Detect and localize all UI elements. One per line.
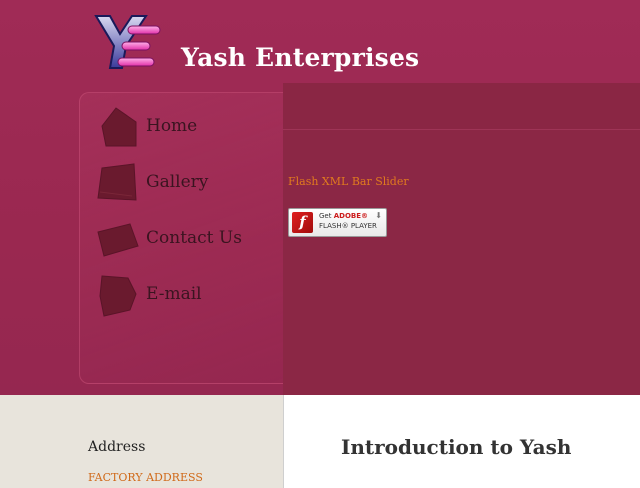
flash-content-area: Flash XML Bar Slider f Get ADOBE® FLASH®… [283,83,640,395]
nav-label-home: Home [146,116,198,136]
intro-section: Introduction to Yash [283,395,640,488]
get-flash-player-button[interactable]: f Get ADOBE® FLASH® PLAYER ⬇ [288,208,387,237]
gallery-icon [96,162,140,206]
nav-item-contact[interactable]: Contact Us [96,218,266,262]
factory-address-link[interactable]: FACTORY ADDRESS [88,471,203,484]
ye-monogram-logo[interactable] [92,12,162,72]
address-heading: Address [88,439,146,455]
nav-item-home[interactable]: Home [96,106,266,150]
download-arrow-icon: ⬇ [375,211,382,220]
nav-item-email[interactable]: E-mail [96,274,266,318]
flash-badge-line2: FLASH® PLAYER [319,222,377,230]
flash-slider-text[interactable]: Flash XML Bar Slider [288,175,409,188]
nav-label-contact: Contact Us [146,228,242,248]
house-icon [96,106,140,150]
intro-title: Introduction to Yash [341,435,572,459]
site-title: Yash Enterprises [181,43,420,72]
flash-logo-icon: f [292,212,313,233]
nav-label-gallery: Gallery [146,172,209,192]
mail-icon [96,274,140,318]
nav-item-gallery[interactable]: Gallery [96,162,266,206]
flash-top-strip [283,83,640,130]
nav-label-email: E-mail [146,284,202,304]
address-section: Address FACTORY ADDRESS [0,395,283,488]
contact-card-icon [96,218,140,262]
flash-badge-line1: Get ADOBE® [319,212,369,220]
